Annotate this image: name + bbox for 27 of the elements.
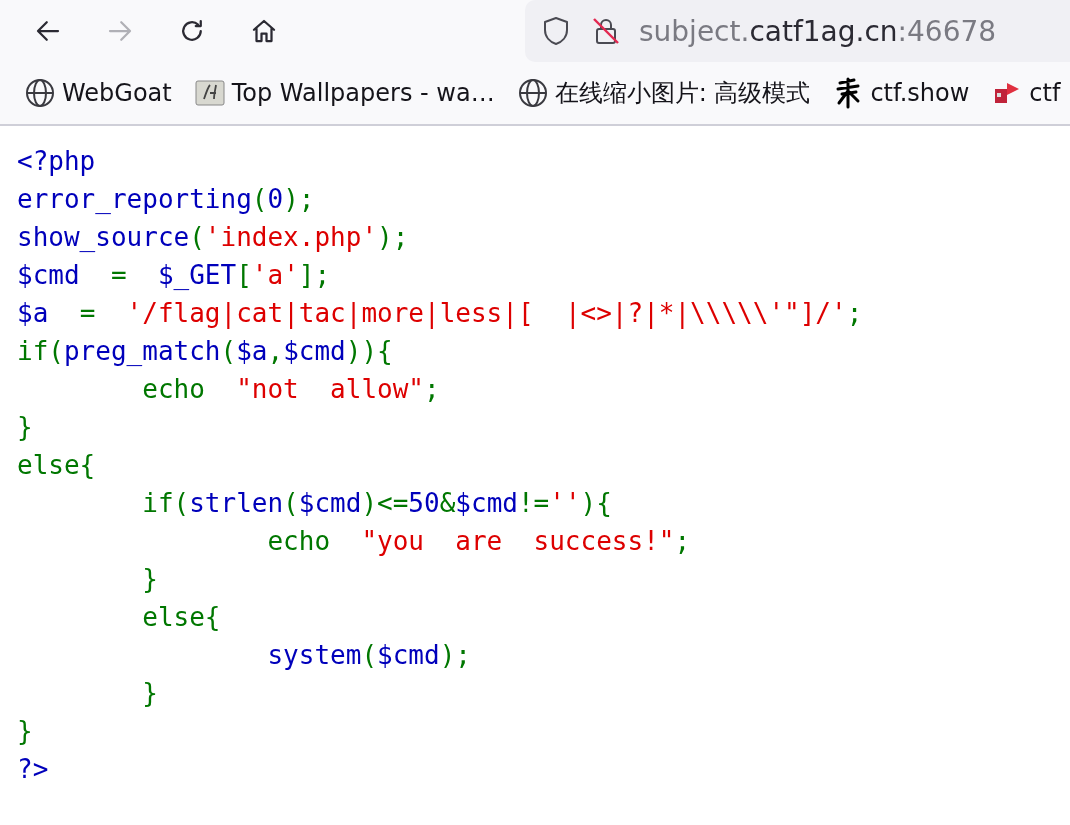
bookmark-link[interactable]: Top Wallpapers - wa… — [231, 79, 495, 107]
bookmark-link[interactable]: 在线缩小图片: 高级模式 — [554, 77, 811, 109]
bookmark-link[interactable]: WebGoat — [62, 79, 172, 107]
code-line: } — [17, 411, 33, 444]
code-line: echo "not allow"; — [141, 373, 440, 406]
globe-icon — [24, 77, 56, 109]
code-line: else{ — [17, 449, 96, 482]
letter-tile-icon — [193, 77, 226, 109]
code-line: show_source('index.php'); — [17, 221, 409, 254]
code-line: $cmd = $_GET['a']; — [17, 259, 331, 292]
code-line: } — [141, 677, 158, 710]
code-line: if(preg_match($a,$cmd)){ — [17, 335, 393, 368]
code-line: error_reporting(0); — [17, 183, 315, 216]
code-line: } — [141, 563, 158, 596]
code-line: else{ — [141, 601, 221, 634]
bookmark-link[interactable]: ctf.show — [870, 79, 970, 107]
url-text[interactable]: subject.catf1ag.cn:46678 — [639, 14, 997, 48]
globe-icon — [516, 77, 549, 109]
code-line: } — [17, 715, 33, 748]
code-line: if(strlen($cmd)<=50&$cmd!=''){ — [141, 487, 612, 520]
bookmark-link[interactable]: ctf — [1029, 79, 1061, 107]
code-line: ?> — [17, 753, 49, 786]
code-line: echo "you are success!"; — [266, 525, 691, 558]
code-line: <?php — [17, 145, 96, 178]
address-bar[interactable]: subject.catf1ag.cn:46678 — [525, 0, 1070, 62]
code-line: $a = '/flag|cat|tac|more|less|[ |<>|?|*|\\\\\'"]/'; — [17, 297, 863, 331]
code-line: system($cmd); — [266, 639, 471, 672]
